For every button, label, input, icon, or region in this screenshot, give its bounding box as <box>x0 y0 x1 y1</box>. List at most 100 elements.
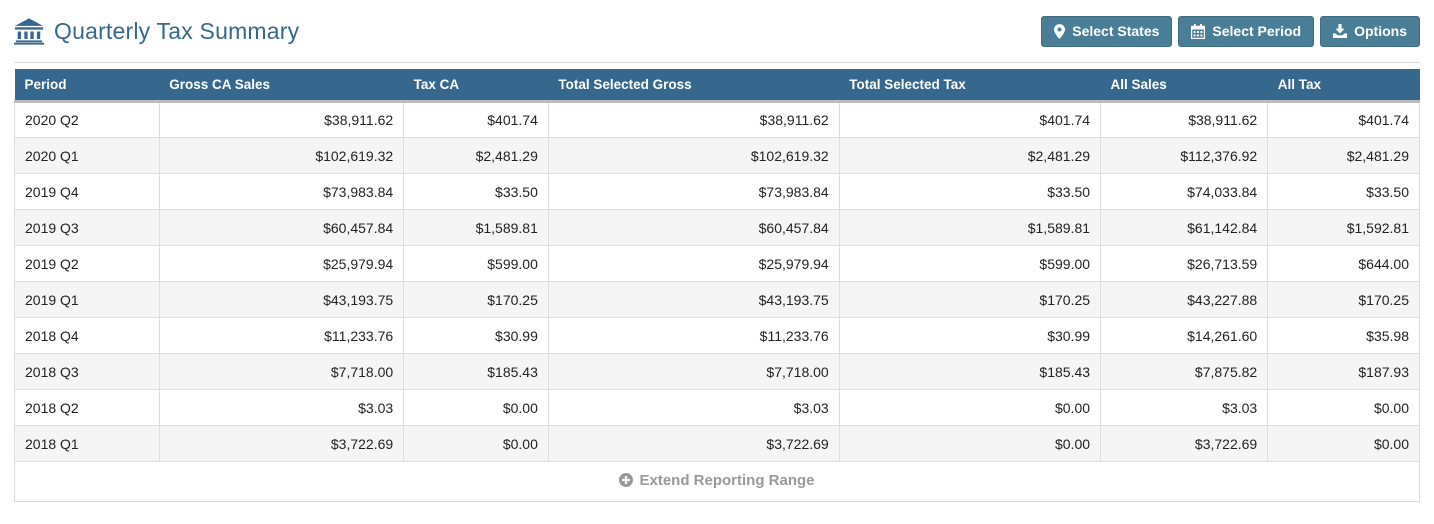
select-period-label: Select Period <box>1212 23 1302 39</box>
column-header-all-sales[interactable]: All Sales <box>1100 69 1268 103</box>
cell-total-selected-tax: $0.00 <box>838 425 1102 462</box>
column-header-total-selected-gross[interactable]: Total Selected Gross <box>548 69 840 103</box>
cell-period: 2018 Q4 <box>14 317 160 354</box>
table-row: 2018 Q3 $7,718.00 $185.43 $7,718.00 $185.43 $… <box>14 353 1420 390</box>
cell-tax-ca: $170.25 <box>403 281 549 318</box>
cell-all-tax: $2,481.29 <box>1267 137 1420 174</box>
cell-gross-ca-sales: $3.03 <box>158 389 405 426</box>
select-states-label: Select States <box>1072 23 1160 39</box>
cell-gross-ca-sales: $43,193.75 <box>158 281 405 318</box>
select-states-button[interactable]: Select States <box>1041 15 1173 47</box>
cell-period: 2019 Q2 <box>14 245 160 282</box>
cell-all-tax: $170.25 <box>1267 281 1420 318</box>
calendar-icon <box>1191 23 1206 39</box>
cell-all-sales: $3.03 <box>1100 389 1269 426</box>
cell-all-sales: $7,875.82 <box>1100 353 1269 390</box>
cell-total-selected-tax: $0.00 <box>838 389 1102 426</box>
column-header-all-tax[interactable]: All Tax <box>1267 69 1420 103</box>
bank-icon <box>14 17 44 45</box>
cell-total-selected-gross: $102,619.32 <box>547 137 840 174</box>
cell-all-tax: $1,592.81 <box>1267 209 1420 246</box>
page-title: Quarterly Tax Summary <box>54 17 300 44</box>
cell-total-selected-gross: $11,233.76 <box>547 317 840 354</box>
cell-period: 2018 Q1 <box>14 425 160 462</box>
cell-all-tax: $35.98 <box>1267 317 1420 354</box>
cell-gross-ca-sales: $38,911.62 <box>158 101 405 138</box>
cell-gross-ca-sales: $60,457.84 <box>158 209 405 246</box>
cell-all-tax: $187.93 <box>1267 353 1420 390</box>
cell-gross-ca-sales: $7,718.00 <box>158 353 405 390</box>
column-header-period[interactable]: Period <box>14 69 160 103</box>
cell-all-tax: $0.00 <box>1267 389 1420 426</box>
cell-all-sales: $43,227.88 <box>1100 281 1269 318</box>
cell-gross-ca-sales: $102,619.32 <box>158 137 405 174</box>
table-row: 2019 Q1 $43,193.75 $170.25 $43,193.75 $170.2… <box>14 281 1420 318</box>
cell-all-sales: $74,033.84 <box>1100 173 1269 210</box>
cell-tax-ca: $401.74 <box>403 101 549 138</box>
extend-reporting-range-label: Extend Reporting Range <box>639 471 815 489</box>
title-wrap: Quarterly Tax Summary <box>14 18 299 45</box>
cell-total-selected-gross: $25,979.94 <box>547 245 840 282</box>
cell-gross-ca-sales: $11,233.76 <box>158 317 405 354</box>
cell-all-tax: $0.00 <box>1267 425 1420 462</box>
cell-total-selected-tax: $2,481.29 <box>838 137 1102 174</box>
cell-tax-ca: $33.50 <box>403 173 549 210</box>
options-label: Options <box>1354 23 1407 39</box>
table-row: 2018 Q2 $3.03 $0.00 $3.03 $0.00 $3.03 $0.00 <box>14 389 1420 426</box>
cell-period: 2019 Q4 <box>14 173 160 210</box>
table-row: 2019 Q3 $60,457.84 $1,589.81 $60,457.84 $1,5… <box>14 209 1420 246</box>
select-period-button[interactable]: Select Period <box>1178 15 1315 47</box>
cell-period: 2019 Q3 <box>14 209 160 246</box>
cell-period: 2018 Q3 <box>14 353 160 390</box>
cell-tax-ca: $1,589.81 <box>403 209 549 246</box>
topbar: Quarterly Tax Summary Select States Sele… <box>14 0 1420 63</box>
page: Quarterly Tax Summary Select States Sele… <box>0 0 1434 502</box>
cell-gross-ca-sales: $73,983.84 <box>158 173 405 210</box>
cell-all-sales: $61,142.84 <box>1100 209 1269 246</box>
cell-gross-ca-sales: $25,979.94 <box>158 245 405 282</box>
cell-tax-ca: $0.00 <box>403 425 549 462</box>
cell-total-selected-gross: $43,193.75 <box>547 281 840 318</box>
cell-total-selected-tax: $599.00 <box>838 245 1102 282</box>
table-footer-row: Extend Reporting Range <box>14 461 1420 502</box>
table-row: 2019 Q4 $73,983.84 $33.50 $73,983.84 $33.50 $… <box>14 173 1420 210</box>
cell-period: 2020 Q2 <box>14 101 160 138</box>
table-row: 2018 Q4 $11,233.76 $30.99 $11,233.76 $30.99 $… <box>14 317 1420 354</box>
cell-total-selected-gross: $3.03 <box>547 389 840 426</box>
cell-tax-ca: $185.43 <box>403 353 549 390</box>
column-header-tax-ca[interactable]: Tax CA <box>403 69 549 103</box>
cell-total-selected-tax: $185.43 <box>838 353 1102 390</box>
cell-period: 2018 Q2 <box>14 389 160 426</box>
cell-total-selected-gross: $3,722.69 <box>547 425 840 462</box>
cell-all-tax: $33.50 <box>1267 173 1420 210</box>
table-body: 2020 Q2 $38,911.62 $401.74 $38,911.62 $401.7… <box>14 101 1420 462</box>
cell-all-sales: $3,722.69 <box>1100 425 1269 462</box>
cell-total-selected-tax: $1,589.81 <box>838 209 1102 246</box>
cell-total-selected-tax: $30.99 <box>838 317 1102 354</box>
cell-total-selected-tax: $401.74 <box>838 101 1102 138</box>
table-row: 2019 Q2 $25,979.94 $599.00 $25,979.94 $599.0… <box>14 245 1420 282</box>
action-buttons: Select States Select Period Options <box>1041 15 1420 47</box>
cell-period: 2020 Q1 <box>14 137 160 174</box>
cell-all-sales: $14,261.60 <box>1100 317 1269 354</box>
cell-gross-ca-sales: $3,722.69 <box>158 425 405 462</box>
cell-total-selected-gross: $38,911.62 <box>547 101 840 138</box>
cell-tax-ca: $599.00 <box>403 245 549 282</box>
column-header-total-selected-tax[interactable]: Total Selected Tax <box>839 69 1101 103</box>
cell-total-selected-gross: $73,983.84 <box>547 173 840 210</box>
cell-total-selected-gross: $60,457.84 <box>547 209 840 246</box>
cell-all-tax: $644.00 <box>1267 245 1420 282</box>
table-row: 2020 Q1 $102,619.32 $2,481.29 $102,619.32 $2… <box>14 137 1420 174</box>
cell-total-selected-tax: $170.25 <box>838 281 1102 318</box>
cell-tax-ca: $2,481.29 <box>403 137 549 174</box>
column-header-gross-ca-sales[interactable]: Gross CA Sales <box>159 69 404 103</box>
cell-all-tax: $401.74 <box>1267 101 1420 138</box>
options-button[interactable]: Options <box>1320 15 1420 47</box>
cell-tax-ca: $30.99 <box>403 317 549 354</box>
download-icon <box>1333 24 1348 38</box>
extend-reporting-range-button[interactable]: Extend Reporting Range <box>14 461 1420 502</box>
table-header-row: Period Gross CA Sales Tax CA Total Selected… <box>14 69 1420 103</box>
cell-period: 2019 Q1 <box>14 281 160 318</box>
cell-tax-ca: $0.00 <box>403 389 549 426</box>
table-row: 2020 Q2 $38,911.62 $401.74 $38,911.62 $401.7… <box>14 101 1420 138</box>
